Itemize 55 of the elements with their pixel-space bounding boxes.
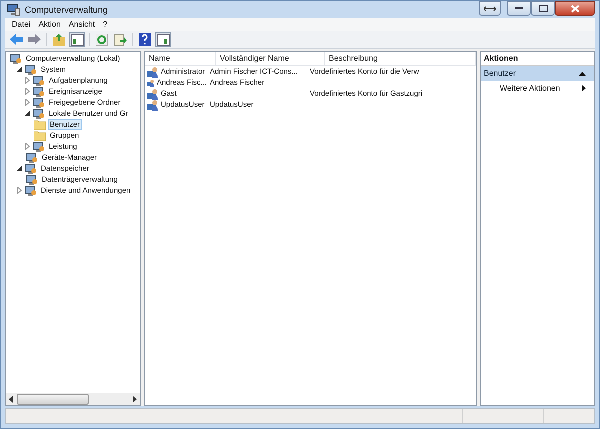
refresh-button[interactable] [94,32,110,47]
close-button[interactable] [555,1,595,16]
collapsed-arrow-icon[interactable] [24,77,31,84]
resize-button[interactable] [479,1,501,16]
column-header[interactable]: Vollständiger Name [216,52,325,65]
collapsed-arrow-icon[interactable] [24,88,31,95]
folder-icon [34,130,46,140]
console-icon [33,74,45,86]
actions-section-header[interactable]: Benutzer [481,66,594,81]
console-icon [33,108,45,120]
double-arrow-icon [484,6,496,12]
back-button[interactable] [8,32,24,47]
maximize-icon [538,5,548,12]
collapsed-arrow-icon[interactable] [24,99,31,106]
folder-icon [34,120,46,130]
menu-item[interactable]: Aktion [34,20,65,29]
menu-item[interactable]: Datei [8,20,35,29]
computer-icon [7,2,21,16]
scroll-left-icon[interactable] [9,396,14,402]
collapse-caret-icon[interactable] [579,72,586,76]
console-icon [25,162,37,174]
column-header[interactable]: Name [145,52,216,65]
console-icon [25,184,37,196]
expanded-arrow-icon[interactable] [16,165,23,172]
forward-button[interactable] [26,32,42,47]
console-icon [33,140,45,152]
maximize-button[interactable] [531,1,555,16]
scroll-thumb[interactable] [17,394,89,404]
console-icon [33,96,45,108]
horizontal-scrollbar[interactable] [6,393,140,405]
action-pane-button[interactable] [155,32,171,47]
collapsed-arrow-icon[interactable] [16,187,23,194]
console-icon [33,86,45,98]
tree-toggle-button[interactable] [69,32,85,47]
expanded-arrow-icon[interactable] [16,66,23,73]
console-icon [10,52,22,64]
help-button[interactable] [137,32,153,47]
console-icon [26,152,38,164]
console-icon [26,174,38,186]
up-folder-button[interactable] [51,32,67,47]
column-header[interactable]: Beschreibung [325,52,476,65]
window-title: Computerverwaltung [25,4,110,14]
export-button[interactable] [112,32,128,47]
menu-item[interactable]: ? [99,20,112,29]
submenu-arrow-icon[interactable] [582,85,586,92]
console-icon [25,64,37,76]
action-item[interactable]: Weitere Aktionen [481,81,594,96]
user-icon [147,98,159,110]
close-icon [570,4,580,12]
minimize-icon [515,7,523,10]
scroll-right-icon[interactable] [132,396,137,402]
collapsed-arrow-icon[interactable] [24,143,31,150]
expanded-arrow-icon[interactable] [24,110,31,117]
minimize-button[interactable] [507,1,531,16]
menu-item[interactable]: Ansicht [64,20,100,29]
